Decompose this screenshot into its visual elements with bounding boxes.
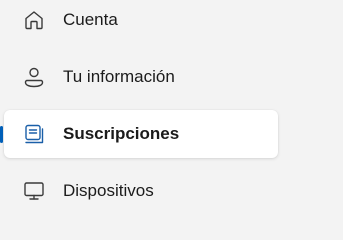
- nav-item-suscripciones[interactable]: Suscripciones: [4, 110, 278, 158]
- nav-item-label: Tu información: [63, 67, 175, 86]
- account-sidebar-nav: Cuenta Tu información Suscripciones Disp…: [0, 0, 343, 220]
- nav-item-label: Suscripciones: [63, 124, 180, 143]
- subscriptions-icon: [22, 122, 46, 146]
- home-icon: [22, 8, 46, 32]
- nav-item-tu-informacion[interactable]: Tu información: [4, 53, 278, 101]
- nav-item-cuenta[interactable]: Cuenta: [4, 0, 278, 44]
- monitor-icon: [22, 179, 46, 203]
- selection-indicator: [0, 126, 3, 143]
- nav-item-dispositivos[interactable]: Dispositivos: [4, 167, 278, 215]
- nav-item-label: Cuenta: [63, 10, 118, 29]
- person-icon: [22, 65, 46, 89]
- nav-item-label: Dispositivos: [63, 181, 154, 200]
